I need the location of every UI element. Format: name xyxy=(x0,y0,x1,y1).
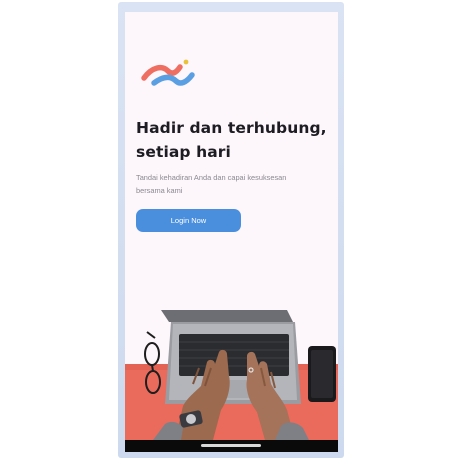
subtitle-line-1: Tandai kehadiran Anda dan capai kesukses… xyxy=(136,173,287,182)
login-button-label: Login Now xyxy=(170,216,207,225)
system-nav-bar xyxy=(125,440,338,452)
laptop-typing-photo xyxy=(125,288,338,440)
stage: Hadir dan terhubung, setiap hari Tandai … xyxy=(0,0,460,460)
app-screen: Hadir dan terhubung, setiap hari Tandai … xyxy=(125,12,338,452)
headline-line-2: setiap hari xyxy=(136,143,231,161)
home-indicator[interactable] xyxy=(201,444,261,447)
page-headline: Hadir dan terhubung, setiap hari xyxy=(136,116,331,164)
headline-line-1: Hadir dan terhubung, xyxy=(136,119,327,137)
login-button[interactable]: Login Now xyxy=(136,209,241,232)
page-subtitle: Tandai kehadiran Anda dan capai kesukses… xyxy=(136,171,331,197)
subtitle-line-2: bersama kami xyxy=(136,186,183,195)
brand-logo-icon xyxy=(141,59,195,86)
